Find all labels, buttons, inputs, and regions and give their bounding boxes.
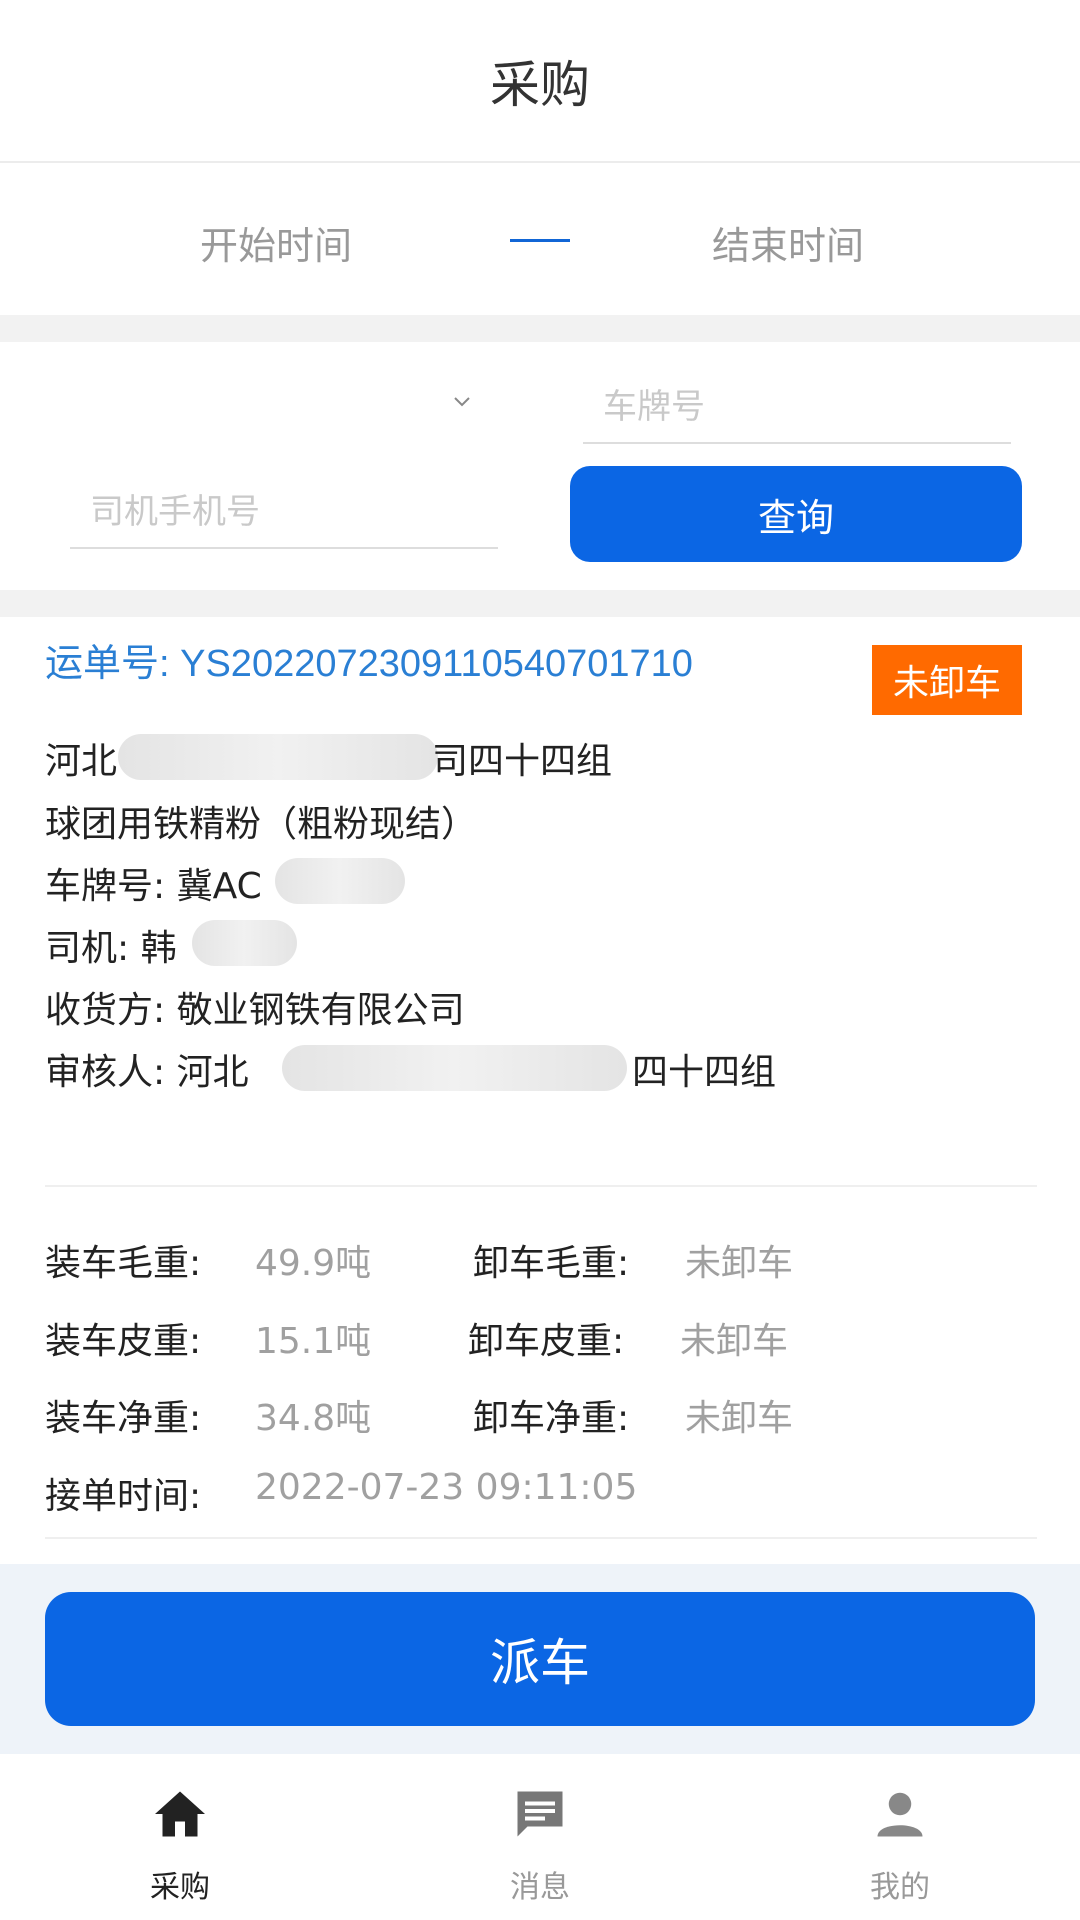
section-gap xyxy=(0,315,1080,342)
start-time-picker[interactable]: 开始时间 xyxy=(200,215,352,270)
reviewer-suffix: 四十四组 xyxy=(632,1043,776,1095)
message-icon xyxy=(510,1784,570,1844)
bottom-tab-bar: 采购 消息 我的 xyxy=(0,1754,1080,1920)
driver-name: 司机: 韩 xyxy=(45,919,177,971)
supplier-suffix: 司四十四组 xyxy=(432,732,612,784)
unload-gross-value: 未卸车 xyxy=(685,1234,793,1286)
plate-number: 车牌号: 冀AC xyxy=(45,857,262,909)
tab-label: 采购 xyxy=(0,1862,360,1906)
header-bar: 采购 xyxy=(0,0,1080,163)
unload-net-label: 卸车净重: xyxy=(473,1389,629,1441)
divider xyxy=(45,1537,1037,1539)
plate-number-input[interactable] xyxy=(583,372,1011,444)
tab-purchase[interactable]: 采购 xyxy=(0,1754,360,1920)
page-title: 采购 xyxy=(490,45,590,117)
driver-phone-input[interactable] xyxy=(70,477,498,549)
order-card[interactable]: 运单号: YS20220723091105407017​10 未卸车 河北 司四… xyxy=(0,617,1080,1564)
load-tare-label: 装车皮重: xyxy=(45,1312,201,1364)
redacted-blur xyxy=(118,734,438,780)
page: 采购 开始时间 结束时间 查询 运单号: YS20220723091105407… xyxy=(0,0,1080,1920)
receiver: 收货方: 敬业钢铁有限公司 xyxy=(45,981,465,1033)
date-range: 开始时间 结束时间 xyxy=(0,165,1080,315)
load-net-value: 34.8吨 xyxy=(255,1389,371,1441)
section-gap xyxy=(0,590,1080,617)
reviewer-prefix: 审核人: 河北 xyxy=(45,1043,249,1095)
date-range-separator xyxy=(510,239,570,242)
load-gross-label: 装车毛重: xyxy=(45,1234,201,1286)
unload-tare-label: 卸车皮重: xyxy=(468,1312,624,1364)
end-time-picker[interactable]: 结束时间 xyxy=(712,215,864,270)
unload-gross-label: 卸车毛重: xyxy=(473,1234,629,1286)
user-icon xyxy=(870,1784,930,1844)
dispatch-area: 派车 xyxy=(0,1564,1080,1754)
query-button[interactable]: 查询 xyxy=(570,466,1022,562)
supplier-prefix: 河北 xyxy=(45,732,117,784)
home-icon xyxy=(150,1784,210,1844)
accept-time-value: 2022-07-23 09:11:05 xyxy=(255,1467,637,1508)
load-tare-value: 15.1吨 xyxy=(255,1312,371,1364)
divider xyxy=(45,1185,1037,1187)
unload-tare-value: 未卸车 xyxy=(680,1312,788,1364)
tab-label: 我的 xyxy=(720,1862,1080,1906)
accept-time-label: 接单时间: xyxy=(45,1467,201,1519)
tab-label: 消息 xyxy=(360,1862,720,1906)
order-number: 运单号: YS20220723091105407017​10 xyxy=(45,632,693,687)
filter-panel: 查询 xyxy=(0,342,1080,590)
chevron-down-icon[interactable] xyxy=(450,390,474,414)
tab-mine[interactable]: 我的 xyxy=(720,1754,1080,1920)
load-gross-value: 49.9吨 xyxy=(255,1234,371,1286)
redacted-blur xyxy=(275,858,405,904)
load-net-label: 装车净重: xyxy=(45,1389,201,1441)
unload-net-value: 未卸车 xyxy=(685,1389,793,1441)
redacted-blur xyxy=(192,920,297,966)
dispatch-button[interactable]: 派车 xyxy=(45,1592,1035,1726)
product-name: 球团用铁精粉（粗粉现结） xyxy=(45,795,477,847)
status-badge: 未卸车 xyxy=(872,645,1022,715)
redacted-blur xyxy=(282,1045,627,1091)
tab-messages[interactable]: 消息 xyxy=(360,1754,720,1920)
